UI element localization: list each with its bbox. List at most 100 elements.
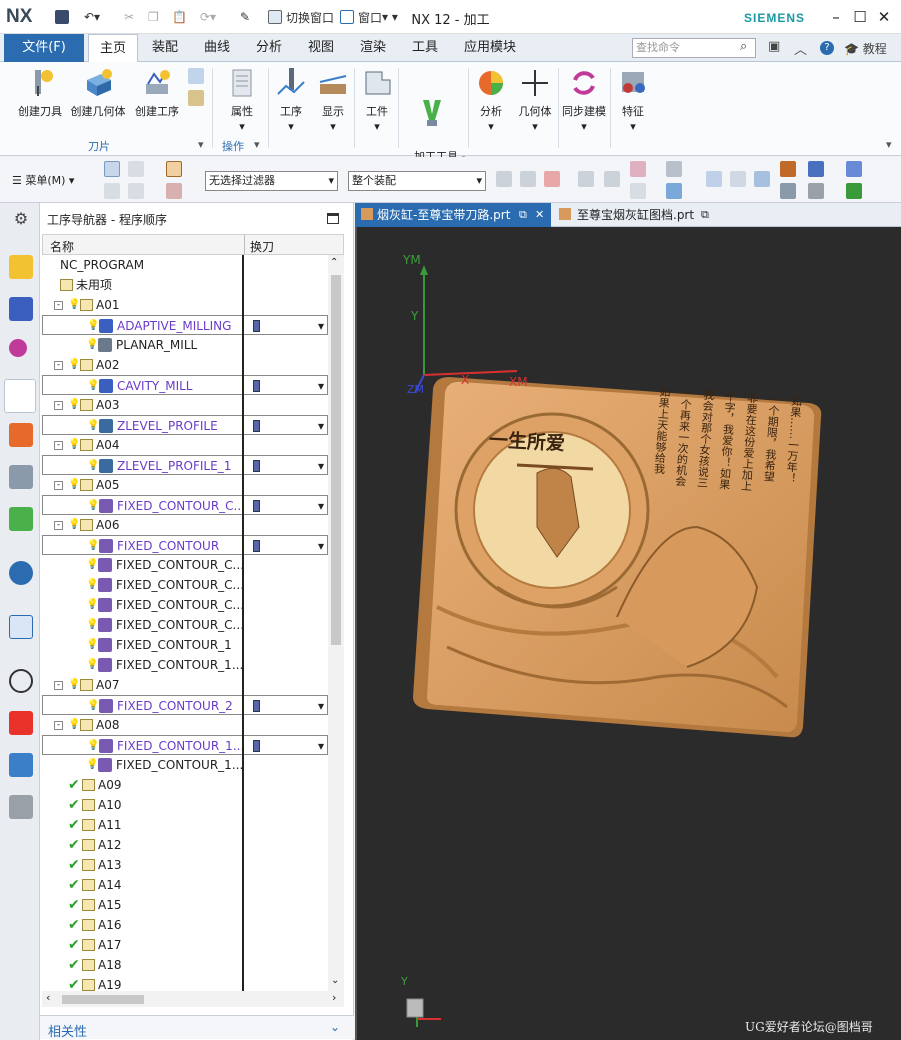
scroll-thumb[interactable] bbox=[331, 275, 341, 645]
display-button[interactable]: 显示 ▾ bbox=[314, 66, 352, 142]
program-group-row[interactable]: - 💡 A02 bbox=[42, 355, 328, 375]
tab-view[interactable]: 视图 bbox=[298, 34, 344, 62]
snap-icon[interactable] bbox=[604, 171, 620, 187]
feature-button[interactable]: 特征 ▾ bbox=[614, 66, 652, 142]
tab-render[interactable]: 渲染 bbox=[350, 34, 396, 62]
program-group-row[interactable]: - 💡 A07 bbox=[42, 675, 328, 695]
selection-icon[interactable] bbox=[128, 161, 144, 177]
snap-icon[interactable] bbox=[578, 171, 594, 187]
fullscreen-icon[interactable]: ▣ bbox=[768, 39, 780, 54]
program-group-row[interactable]: ✔ A09 bbox=[42, 775, 328, 795]
operation-row[interactable]: 💡 PLANAR_MILL bbox=[42, 335, 328, 355]
properties-button[interactable]: 属性 ▾ bbox=[220, 66, 264, 142]
operation-row[interactable]: 💡 FIXED_CONTOUR_C... bbox=[42, 595, 328, 615]
render-style-icon[interactable] bbox=[780, 183, 796, 199]
operation-row[interactable]: 💡 FIXED_CONTOUR_C... bbox=[42, 495, 328, 516]
tab-assembly[interactable]: 装配 bbox=[142, 34, 188, 62]
assembly-select[interactable]: 整个装配 bbox=[348, 171, 486, 191]
machine-tool-view-icon[interactable] bbox=[9, 255, 33, 279]
tree-scrollbar[interactable]: ⌃ ⌄ bbox=[328, 255, 344, 991]
program-icon[interactable] bbox=[188, 68, 204, 84]
operation-row[interactable]: 💡 FIXED_CONTOUR_1... bbox=[42, 755, 328, 775]
pin-icon[interactable]: ⧉ bbox=[701, 203, 709, 227]
palette-icon[interactable] bbox=[9, 711, 33, 735]
collapse-ribbon-icon[interactable]: ︿ bbox=[794, 39, 807, 58]
view-icon[interactable] bbox=[666, 183, 682, 199]
operation-row[interactable]: 💡 FIXED_CONTOUR bbox=[42, 535, 328, 556]
process-studio-icon[interactable] bbox=[9, 753, 33, 777]
toolpath-icon[interactable] bbox=[166, 161, 182, 177]
maximize-icon[interactable] bbox=[327, 213, 339, 224]
operation-row[interactable]: 💡 ADAPTIVE_MILLING bbox=[42, 315, 328, 336]
paste-icon[interactable]: 📋 bbox=[172, 8, 187, 26]
web-browser-icon[interactable] bbox=[9, 615, 33, 639]
selection-icon[interactable] bbox=[104, 183, 120, 199]
assembly-navigator-icon[interactable] bbox=[9, 465, 33, 489]
snap-icon[interactable] bbox=[520, 171, 536, 187]
tab-curve[interactable]: 曲线 bbox=[194, 34, 240, 62]
copy-icon[interactable]: ❐ bbox=[148, 8, 159, 26]
menu-button[interactable]: ☰ 菜单(M) ▾ bbox=[12, 172, 74, 188]
program-group-row[interactable]: ✔ A15 bbox=[42, 895, 328, 915]
operation-button[interactable]: 工序 ▾ bbox=[272, 66, 310, 142]
switch-window-button[interactable]: 切换窗口 bbox=[268, 8, 334, 26]
snap-icon[interactable] bbox=[496, 171, 512, 187]
collapse-icon[interactable]: - bbox=[54, 301, 63, 310]
workpiece-button[interactable]: 工件 ▾ bbox=[358, 66, 396, 142]
gc-toolbox-button[interactable]: 加工工具 - GC工具箱 bbox=[400, 66, 465, 178]
operation-row[interactable]: 💡 FIXED_CONTOUR_1... bbox=[42, 655, 328, 675]
sync-modeling-button[interactable]: 同步建模 ▾ bbox=[560, 66, 608, 142]
info-icon[interactable] bbox=[9, 561, 33, 585]
program-group-row[interactable]: - 💡 A03 bbox=[42, 395, 328, 415]
program-group-row[interactable]: ✔ A12 bbox=[42, 835, 328, 855]
tree-row[interactable]: NC_PROGRAM bbox=[42, 255, 328, 275]
column-name[interactable]: 名称 bbox=[50, 238, 74, 255]
selection-icon[interactable] bbox=[128, 183, 144, 199]
tree-row[interactable]: 未用项 bbox=[42, 275, 328, 295]
operation-row[interactable]: 💡 ZLEVEL_PROFILE_1 bbox=[42, 455, 328, 476]
program-group-row[interactable]: ✔ A10 bbox=[42, 795, 328, 815]
save-icon[interactable] bbox=[55, 8, 69, 26]
program-order-icon[interactable] bbox=[9, 297, 33, 321]
group-expand-icon[interactable]: ▾ bbox=[254, 138, 260, 151]
horizontal-scrollbar[interactable]: ‹ › bbox=[42, 991, 344, 1007]
layer-icon[interactable] bbox=[808, 183, 824, 199]
search-icon[interactable]: ⌕ bbox=[740, 39, 747, 54]
operation-row[interactable]: 💡 FIXED_CONTOUR_2 bbox=[42, 695, 328, 716]
snap-icon[interactable] bbox=[544, 171, 560, 187]
chevron-down-icon[interactable]: ⌄ bbox=[330, 1020, 340, 1034]
maximize-button[interactable]: ☐ bbox=[850, 7, 870, 27]
tab-analysis[interactable]: 分析 bbox=[246, 34, 292, 62]
filter-select[interactable]: 无选择过滤器 bbox=[205, 171, 338, 191]
collapse-icon[interactable]: - bbox=[54, 681, 63, 690]
graphics-window[interactable]: YM Y X XM ZM Y 一生所爱 如果上天能够给我 一个再来一次的机会 我… bbox=[355, 227, 901, 1040]
program-group-row[interactable]: ✔ A19 bbox=[42, 975, 328, 991]
close-tab-icon[interactable]: ✕ bbox=[535, 203, 544, 227]
create-operation-button[interactable]: 创建工序 bbox=[130, 66, 184, 142]
pin-icon[interactable]: ⧉ bbox=[519, 203, 527, 227]
program-group-row[interactable]: - 💡 A04 bbox=[42, 435, 328, 455]
program-group-row[interactable]: ✔ A17 bbox=[42, 935, 328, 955]
scroll-up-icon[interactable]: ⌃ bbox=[330, 257, 338, 268]
operation-row[interactable]: 💡 FIXED_CONTOUR_C... bbox=[42, 555, 328, 575]
operation-row[interactable]: 💡 ZLEVEL_PROFILE bbox=[42, 415, 328, 436]
repeat-command-icon[interactable]: ⟳▾ bbox=[200, 8, 216, 26]
method-view-icon[interactable] bbox=[9, 339, 27, 357]
gear-icon[interactable]: ⚙ bbox=[9, 207, 33, 231]
tab-home[interactable]: 主页 bbox=[88, 34, 138, 63]
minimize-button[interactable]: – bbox=[826, 7, 846, 27]
history-clock-icon[interactable] bbox=[9, 669, 33, 693]
cut-icon[interactable]: ✂ bbox=[124, 8, 134, 26]
snap-icon[interactable] bbox=[630, 183, 646, 199]
scroll-down-icon[interactable]: ⌄ bbox=[331, 975, 339, 986]
view-icon[interactable] bbox=[666, 161, 682, 177]
geometry-button[interactable]: 几何体 ▾ bbox=[514, 66, 556, 142]
collapse-icon[interactable]: - bbox=[54, 441, 63, 450]
reuse-library-icon[interactable] bbox=[9, 507, 33, 531]
touch-mode-icon[interactable]: ✎ bbox=[240, 8, 250, 26]
collapse-icon[interactable]: - bbox=[54, 721, 63, 730]
program-group-row[interactable]: ✔ A11 bbox=[42, 815, 328, 835]
help-icon[interactable]: ? bbox=[820, 41, 834, 55]
close-button[interactable]: ✕ bbox=[874, 7, 894, 27]
collapse-icon[interactable]: - bbox=[54, 401, 63, 410]
